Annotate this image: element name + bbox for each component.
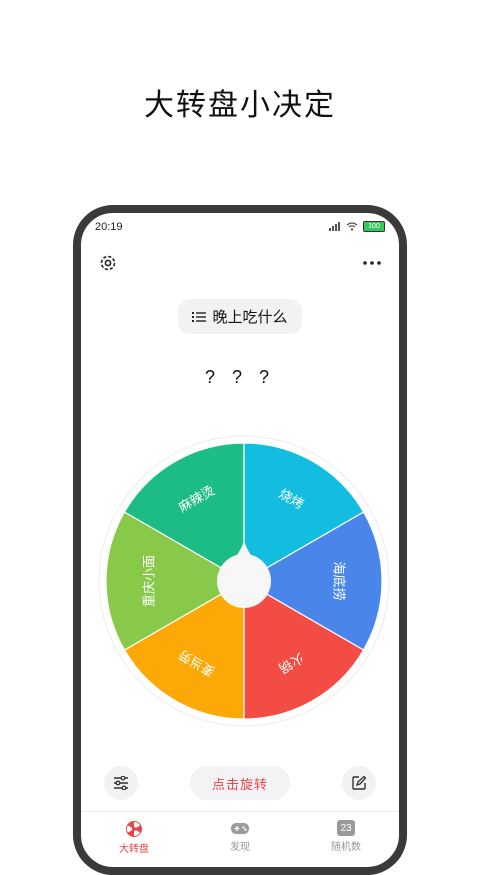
bottom-nav: 大转盘 发现 23 随机数 (81, 811, 399, 864)
promo-title: 大转盘小决定 (144, 88, 336, 123)
nav-item-random[interactable]: 23 随机数 (306, 812, 386, 864)
gamepad-icon (231, 823, 249, 834)
wheel-icon (126, 821, 142, 837)
result-text: ? ? ? (204, 367, 276, 387)
sliders-icon (114, 776, 128, 790)
status-icons: 100 (329, 221, 385, 232)
status-bar: 20:19 100 (81, 213, 399, 239)
pointer-hub (217, 554, 271, 608)
random-badge: 23 (340, 822, 352, 834)
nav-item-discover[interactable]: 发现 (200, 812, 280, 864)
dice-number-icon: 23 (337, 820, 355, 836)
spin-wheel[interactable]: 海底捞火锅麦当劳重庆小面麻辣烫 烧烤 (98, 435, 390, 727)
topic-selector[interactable]: 晚上吃什么 (178, 299, 302, 334)
spin-button[interactable]: 点击旋转 (190, 766, 290, 800)
filter-button[interactable] (104, 766, 138, 800)
nav-label: 发现 (230, 842, 250, 853)
edit-button[interactable] (342, 766, 376, 800)
wifi-icon (346, 222, 358, 231)
gear-icon (100, 255, 116, 271)
settings-button[interactable] (95, 250, 121, 276)
wheel-segment-label: 重庆小面 (142, 555, 158, 607)
nav-item-wheel[interactable]: 大转盘 (94, 812, 174, 864)
edit-icon (352, 775, 367, 790)
topic-label: 晚上吃什么 (212, 308, 288, 326)
more-button[interactable] (359, 250, 385, 276)
nav-label: 随机数 (331, 842, 361, 853)
list-icon (192, 311, 207, 322)
status-time: 20:19 (95, 221, 123, 233)
wheel-segment-label: 海底捞 (330, 561, 346, 600)
signal-icon (329, 222, 340, 231)
battery-icon: 100 (363, 221, 385, 232)
phone-frame: 20:19 100 晚上吃什么 ? ? ? 海底捞 火锅 麦当劳 重庆小面 麻辣… (73, 205, 407, 875)
more-icon (363, 261, 381, 265)
